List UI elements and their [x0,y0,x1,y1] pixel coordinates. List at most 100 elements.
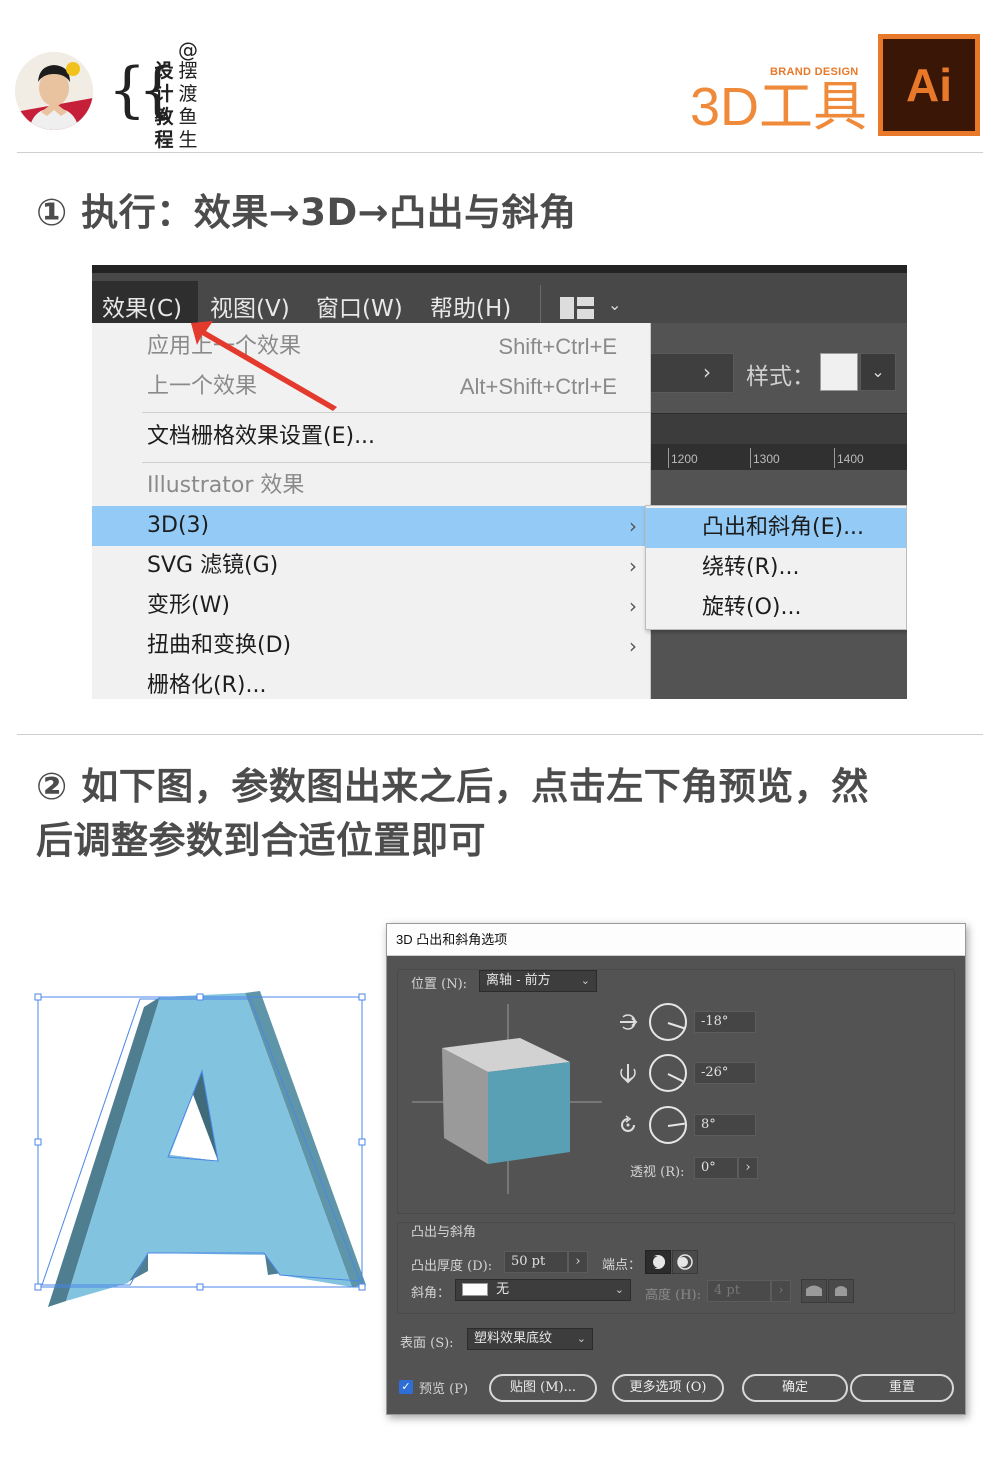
rotate-z-dial[interactable] [649,1106,687,1144]
bevel-height-input[interactable]: 4 pt [707,1280,771,1302]
rotate-x-input[interactable]: -18° [694,1011,756,1033]
ruler: 1200 1300 1400 [650,413,907,470]
extrude-bevel-options-dialog: 3D 凸出和斜角选项 位置 (N): 离轴 - 前方 ⌄ -18° -26° 8… [386,923,966,1415]
extrude-depth-label: 凸出厚度 (D): [411,1259,493,1274]
menu-item-document-raster-settings[interactable]: 文档栅格效果设置(E)... [92,417,651,457]
menu-item-label: 栅格化(R)... [147,673,267,698]
bevel-swatch [462,1283,488,1296]
menu-item-label: 扭曲和变换(D) [147,633,292,658]
rotate-y-input[interactable]: -26° [694,1062,756,1084]
rotation-cube-preview[interactable] [412,1004,607,1199]
dialog-title: 3D 凸出和斜角选项 [387,924,965,956]
bevel-select-value: 无 [496,1282,510,1297]
submenu-arrow-icon: › [629,554,637,578]
ok-button[interactable]: 确定 [742,1374,848,1402]
submenu-item-extrude-bevel[interactable]: 凸出和斜角(E)... [646,508,906,548]
control-bar: › 样式： ⌄ [650,353,907,393]
workspace-chevron-down-icon[interactable]: ⌄ [608,295,621,314]
cap-label: 端点： [602,1258,642,1273]
menu-separator [142,412,650,413]
rotate-x-axis-icon [620,1014,638,1030]
style-swatch[interactable] [820,353,858,391]
position-select[interactable]: 离轴 - 前方 ⌄ [479,970,597,992]
menu-help[interactable]: 帮助(H) [430,289,511,323]
menu-item-warp[interactable]: 变形(W) › [92,586,651,626]
at-sign: @ [178,38,198,62]
menu-item-label: 3D(3) [147,513,210,538]
author-avatar [15,52,93,130]
rotate-y-dial[interactable] [649,1054,687,1092]
rotate-x-dial[interactable] [649,1003,687,1041]
chevron-down-icon: ⌄ [614,1283,624,1296]
menu-separator [142,462,650,463]
ruler-mark [834,448,835,468]
chevron-down-icon: ⌄ [576,1332,586,1345]
reset-button[interactable]: 重置 [850,1374,954,1402]
artboard-canvas [650,630,907,699]
menu-item-rasterize[interactable]: 栅格化(R)... [92,666,651,699]
bevel-select[interactable]: 无 ⌄ [455,1279,631,1301]
cap-on-button[interactable] [645,1250,671,1274]
control-input[interactable]: › [650,353,734,393]
red-arrow-annotation [191,321,337,411]
menu-section-illustrator-effects: Illustrator 效果 [147,473,305,498]
rotate-z-axis-icon [621,1115,635,1132]
step2-heading-line1: ② 如下图，参数图出来之后，点击左下角预览，然 [36,765,869,808]
surface-select[interactable]: 塑料效果底纹 ⌄ [467,1328,593,1350]
ruler-tick-label: 1400 [837,452,864,466]
ruler-tick-label: 1200 [671,452,698,466]
avatar-portrait [15,52,93,130]
submenu-item-revolve[interactable]: 绕转(R)... [646,548,906,588]
surface-label: 表面 (S): [400,1336,454,1351]
submenu-arrow-icon: › [629,594,637,618]
step2-heading-line2: 后调整参数到合适位置即可 [36,819,486,862]
ruler-mark [668,448,669,468]
cap-off-button[interactable] [672,1250,698,1274]
perspective-input[interactable]: 0° [694,1157,738,1179]
menu-item-shortcut: Shift+Ctrl+E [498,334,617,359]
menu-item-svg-filters[interactable]: SVG 滤镜(G) › [92,546,651,586]
preview-checkbox[interactable]: ✓ [399,1380,413,1394]
menu-item-distort-transform[interactable]: 扭曲和变换(D) › [92,626,651,666]
menu-item-3d[interactable]: 3D(3) › [92,506,651,546]
preview-label[interactable]: 预览 (P) [419,1378,468,1397]
perspective-label: 透视 (R): [630,1165,685,1180]
surface-select-value: 塑料效果底纹 [474,1331,553,1346]
bevel-height-slider-button[interactable]: › [771,1280,791,1302]
more-options-button[interactable]: 更多选项 (O) [612,1374,724,1402]
extrude-depth-slider-button[interactable]: › [568,1251,588,1273]
3d-submenu: 凸出和斜角(E)... 绕转(R)... 旋转(O)... [645,505,907,630]
cap-on-icon [650,1255,665,1269]
menu-item-last-effect[interactable]: 上一个效果 Alt+Shift+Ctrl+E [92,367,651,407]
chevron-right-icon[interactable]: › [703,360,711,384]
map-art-button[interactable]: 贴图 (M)... [489,1374,597,1402]
submenu-item-rotate[interactable]: 旋转(O)... [646,588,906,628]
bevel-in-button[interactable] [828,1279,854,1303]
bevel-out-button[interactable] [801,1279,827,1303]
position-label: 位置 (N): [411,977,468,992]
illustrator-logo: Ai [878,34,980,136]
author-text-right: 摆渡鱼生 [178,60,198,151]
menu-item-apply-last-effect[interactable]: 应用上一个效果 Shift+Ctrl+E [92,327,651,367]
step1-heading: ① 执行：效果→3D→凸出与斜角 [36,191,577,234]
bevel-out-icon [806,1285,822,1296]
menubar-separator [540,285,541,323]
header-divider [17,152,983,153]
submenu-arrow-icon: › [629,514,637,538]
perspective-slider-button[interactable]: › [738,1157,758,1179]
ruler-mark [750,448,751,468]
style-dropdown-chevron-icon[interactable]: ⌄ [860,353,896,391]
cap-off-icon [677,1254,693,1270]
author-text-left: 设计教程 [154,60,174,151]
menu-item-label: SVG 滤镜(G) [147,553,279,578]
extrude-depth-input[interactable]: 50 pt [504,1251,568,1273]
rotate-z-input[interactable]: 8° [694,1114,756,1136]
submenu-arrow-icon: › [629,634,637,658]
bevel-in-icon [835,1286,847,1296]
menu-item-shortcut: Alt+Shift+Ctrl+E [459,374,617,399]
style-label: 样式： [746,364,815,390]
workspace-layout-icon[interactable] [560,297,594,319]
position-select-value: 离轴 - 前方 [486,973,551,988]
dial-hand [667,1073,684,1083]
illustrator-logo-text: Ai [906,59,952,111]
